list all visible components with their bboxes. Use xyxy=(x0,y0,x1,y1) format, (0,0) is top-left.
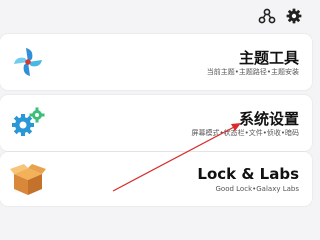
card-lock-labs[interactable]: Lock & Labs Good Lock•Galaxy Labs xyxy=(0,152,312,206)
box-icon xyxy=(8,160,48,200)
card-system-settings[interactable]: 系统设置 屏幕模式•状态栏•文件•侦收•暗码 xyxy=(0,95,312,151)
card-subtitle: Good Lock•Galaxy Labs xyxy=(215,185,300,193)
card-title: Lock & Labs xyxy=(197,165,299,183)
gears-icon xyxy=(8,103,48,143)
card-subtitle: 当前主题•主题路径•主题安装 xyxy=(206,68,299,76)
share-icon[interactable] xyxy=(258,7,276,25)
top-bar xyxy=(0,0,312,34)
card-title: 主题工具 xyxy=(238,49,299,67)
pinwheel-icon xyxy=(8,42,48,82)
card-theme-tools[interactable]: 主题工具 当前主题•主题路径•主题安装 xyxy=(0,34,312,90)
card-subtitle: 屏幕模式•状态栏•文件•侦收•暗码 xyxy=(191,129,299,137)
card-title: 系统设置 xyxy=(238,110,299,128)
settings-icon[interactable] xyxy=(285,7,303,25)
screen: 主题工具 当前主题•主题路径•主题安装 系统设置 屏幕模式•状态栏•文件•侦收•… xyxy=(0,0,312,206)
